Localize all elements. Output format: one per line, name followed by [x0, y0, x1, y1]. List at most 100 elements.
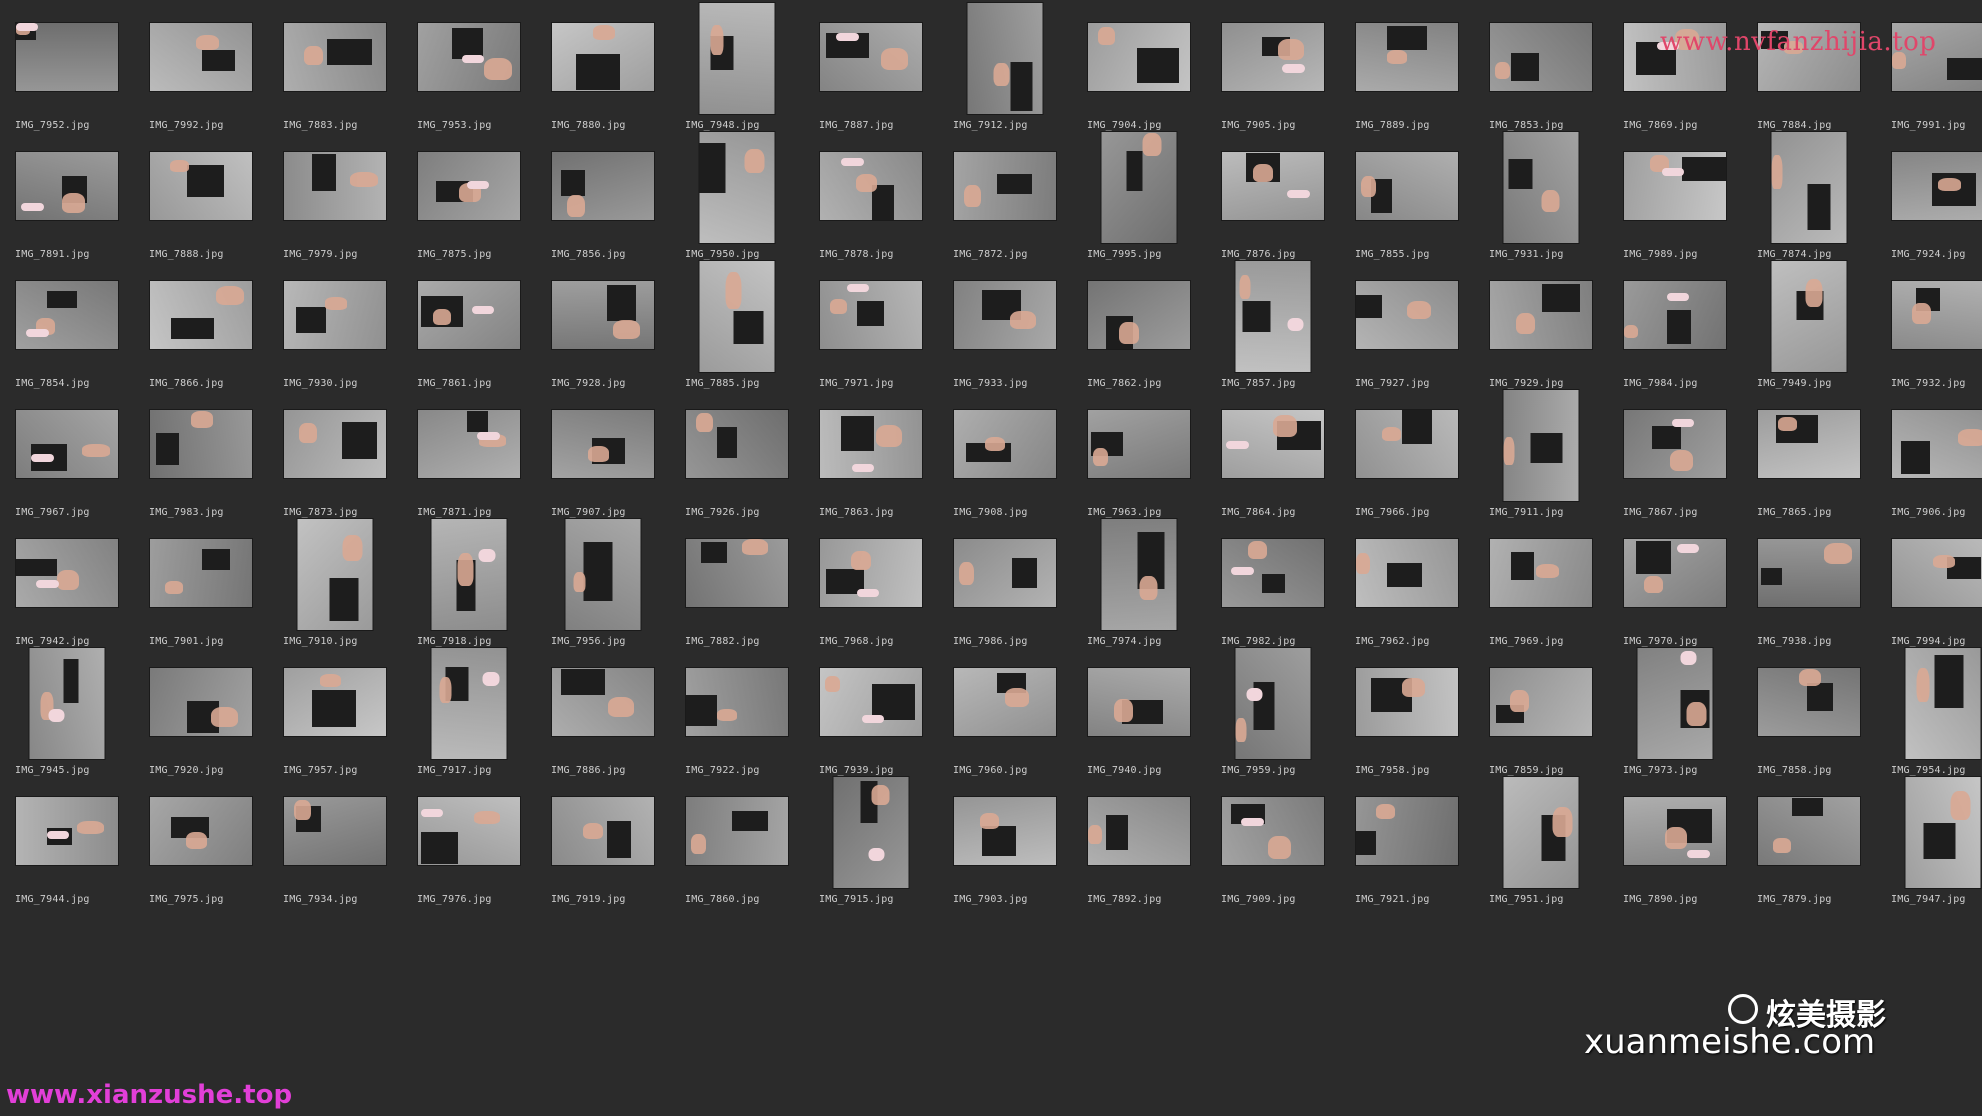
image-thumbnail[interactable]: [1489, 667, 1593, 737]
image-thumbnail[interactable]: [15, 22, 119, 92]
image-thumbnail[interactable]: [551, 667, 655, 737]
image-thumbnail[interactable]: [283, 667, 387, 737]
image-thumbnail[interactable]: [283, 409, 387, 479]
image-thumbnail[interactable]: [1221, 409, 1325, 479]
image-thumbnail[interactable]: [819, 667, 923, 737]
file-item[interactable]: IMG_7909.jpg: [1206, 776, 1340, 939]
file-item[interactable]: IMG_7951.jpg: [1474, 776, 1608, 939]
image-thumbnail[interactable]: [1623, 280, 1727, 350]
image-thumbnail[interactable]: [1757, 538, 1861, 608]
image-thumbnail[interactable]: [1221, 151, 1325, 221]
image-thumbnail[interactable]: [551, 796, 655, 866]
image-thumbnail[interactable]: [417, 409, 521, 479]
image-thumbnail[interactable]: [1234, 647, 1312, 760]
image-thumbnail[interactable]: [1087, 409, 1191, 479]
file-item[interactable]: IMG_7892.jpg: [1072, 776, 1206, 939]
image-thumbnail[interactable]: [15, 151, 119, 221]
file-item[interactable]: IMG_7947.jpg: [1876, 776, 1982, 939]
file-item[interactable]: IMG_7890.jpg: [1608, 776, 1742, 939]
image-thumbnail[interactable]: [1489, 538, 1593, 608]
image-thumbnail[interactable]: [430, 647, 508, 760]
image-thumbnail[interactable]: [819, 409, 923, 479]
image-thumbnail[interactable]: [953, 280, 1057, 350]
image-thumbnail[interactable]: [1891, 409, 1982, 479]
image-thumbnail[interactable]: [296, 518, 374, 631]
image-thumbnail[interactable]: [1757, 409, 1861, 479]
image-thumbnail[interactable]: [15, 280, 119, 350]
image-thumbnail[interactable]: [149, 151, 253, 221]
image-thumbnail[interactable]: [1489, 22, 1593, 92]
image-thumbnail[interactable]: [283, 280, 387, 350]
image-thumbnail[interactable]: [819, 538, 923, 608]
image-thumbnail[interactable]: [417, 280, 521, 350]
image-thumbnail[interactable]: [149, 796, 253, 866]
image-thumbnail[interactable]: [149, 667, 253, 737]
image-thumbnail[interactable]: [1221, 22, 1325, 92]
image-thumbnail[interactable]: [15, 409, 119, 479]
image-thumbnail[interactable]: [551, 22, 655, 92]
image-thumbnail[interactable]: [953, 151, 1057, 221]
file-item[interactable]: IMG_7976.jpg: [402, 776, 536, 939]
image-thumbnail[interactable]: [698, 2, 776, 115]
image-thumbnail[interactable]: [1355, 538, 1459, 608]
image-thumbnail[interactable]: [283, 796, 387, 866]
image-thumbnail[interactable]: [1502, 131, 1580, 244]
image-thumbnail[interactable]: [15, 538, 119, 608]
image-thumbnail[interactable]: [551, 151, 655, 221]
image-thumbnail[interactable]: [149, 409, 253, 479]
image-thumbnail[interactable]: [1100, 518, 1178, 631]
image-thumbnail[interactable]: [685, 409, 789, 479]
image-thumbnail[interactable]: [1489, 280, 1593, 350]
image-thumbnail[interactable]: [551, 280, 655, 350]
image-thumbnail[interactable]: [953, 538, 1057, 608]
file-item[interactable]: IMG_7944.jpg: [0, 776, 134, 939]
image-thumbnail[interactable]: [149, 280, 253, 350]
image-thumbnail[interactable]: [417, 796, 521, 866]
image-thumbnail[interactable]: [1355, 280, 1459, 350]
image-thumbnail[interactable]: [551, 409, 655, 479]
image-thumbnail[interactable]: [1087, 22, 1191, 92]
image-thumbnail[interactable]: [564, 518, 642, 631]
image-thumbnail[interactable]: [1623, 796, 1727, 866]
image-thumbnail[interactable]: [1623, 151, 1727, 221]
file-item[interactable]: IMG_7903.jpg: [938, 776, 1072, 939]
image-thumbnail[interactable]: [1770, 131, 1848, 244]
image-thumbnail[interactable]: [698, 260, 776, 373]
image-thumbnail[interactable]: [1770, 260, 1848, 373]
image-thumbnail[interactable]: [1757, 667, 1861, 737]
image-thumbnail[interactable]: [1355, 409, 1459, 479]
file-item[interactable]: IMG_7934.jpg: [268, 776, 402, 939]
image-thumbnail[interactable]: [1355, 667, 1459, 737]
image-thumbnail[interactable]: [1757, 796, 1861, 866]
image-thumbnail[interactable]: [685, 796, 789, 866]
image-thumbnail[interactable]: [1087, 796, 1191, 866]
image-thumbnail[interactable]: [819, 22, 923, 92]
image-thumbnail[interactable]: [283, 22, 387, 92]
image-thumbnail[interactable]: [417, 22, 521, 92]
image-thumbnail[interactable]: [1623, 538, 1727, 608]
image-thumbnail[interactable]: [283, 151, 387, 221]
image-thumbnail[interactable]: [698, 131, 776, 244]
image-thumbnail[interactable]: [953, 667, 1057, 737]
image-thumbnail[interactable]: [1904, 647, 1982, 760]
file-item[interactable]: IMG_7975.jpg: [134, 776, 268, 939]
image-thumbnail[interactable]: [1234, 260, 1312, 373]
image-thumbnail[interactable]: [1891, 280, 1982, 350]
image-thumbnail[interactable]: [1221, 538, 1325, 608]
image-thumbnail[interactable]: [685, 538, 789, 608]
file-item[interactable]: IMG_7921.jpg: [1340, 776, 1474, 939]
image-thumbnail[interactable]: [1100, 131, 1178, 244]
image-thumbnail[interactable]: [28, 647, 106, 760]
image-thumbnail[interactable]: [1904, 776, 1982, 889]
image-thumbnail[interactable]: [1355, 151, 1459, 221]
file-item[interactable]: IMG_7919.jpg: [536, 776, 670, 939]
image-thumbnail[interactable]: [1636, 647, 1714, 760]
image-thumbnail[interactable]: [1087, 667, 1191, 737]
image-thumbnail[interactable]: [15, 796, 119, 866]
image-thumbnail[interactable]: [1891, 151, 1982, 221]
image-thumbnail[interactable]: [966, 2, 1044, 115]
image-thumbnail[interactable]: [1355, 22, 1459, 92]
image-thumbnail[interactable]: [953, 796, 1057, 866]
image-thumbnail[interactable]: [685, 667, 789, 737]
image-thumbnail[interactable]: [1221, 796, 1325, 866]
